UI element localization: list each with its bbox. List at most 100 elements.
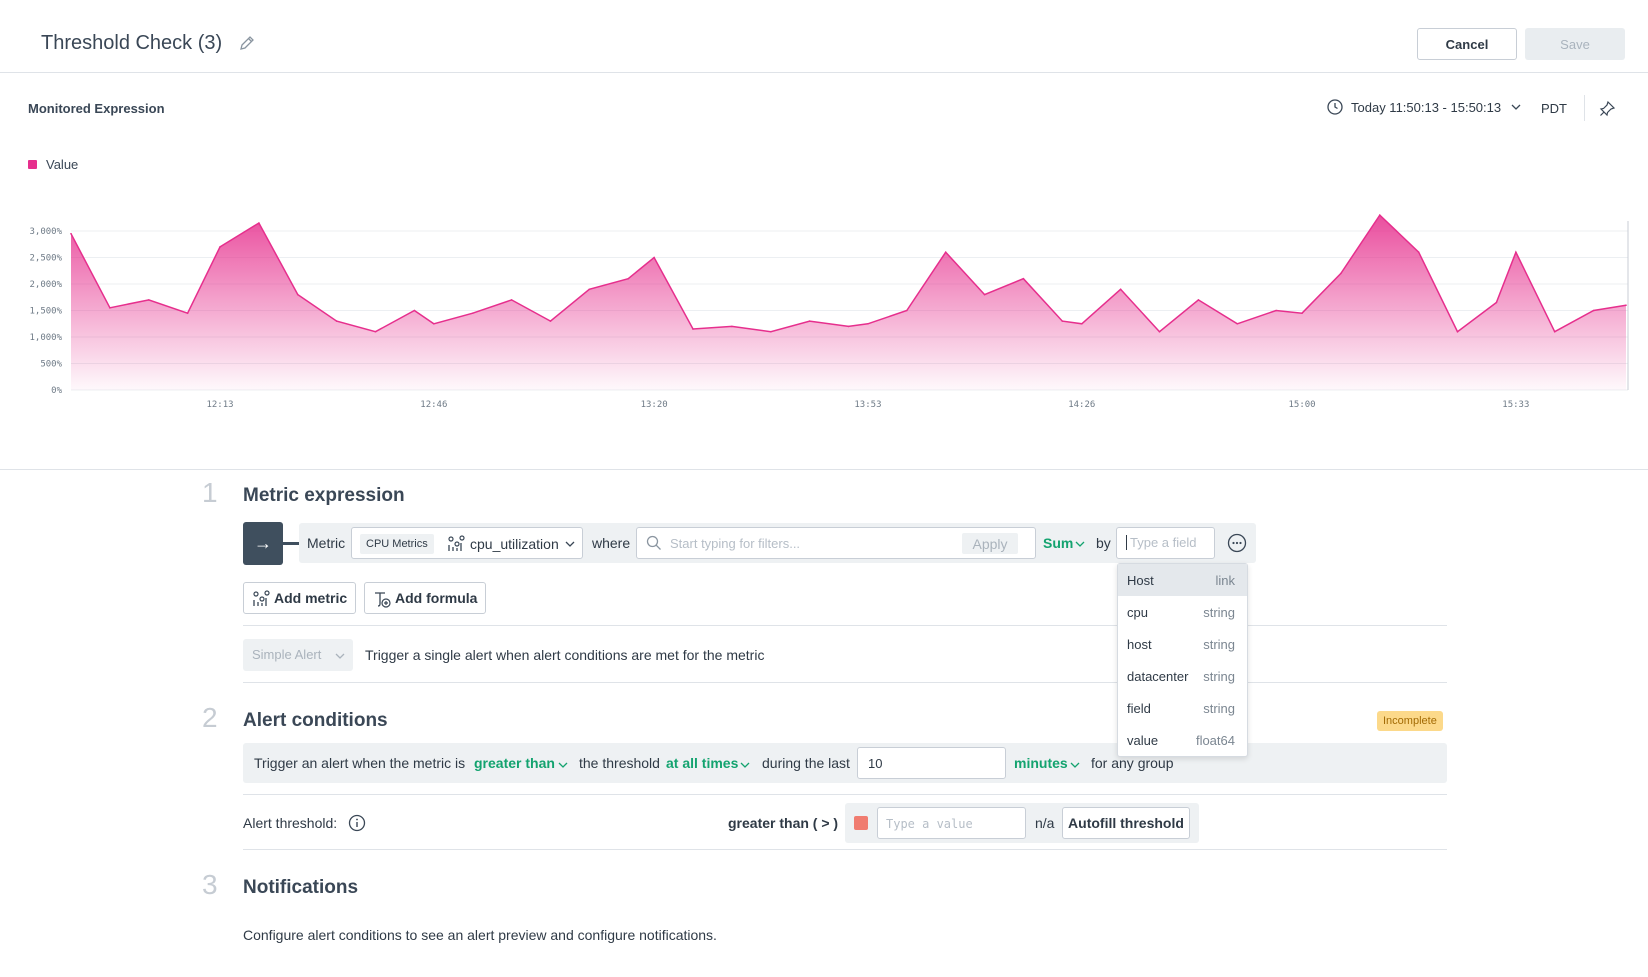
y-tick-label: 500% <box>40 360 62 370</box>
section-title: Metric expression <box>243 485 405 506</box>
add-formula-label: Add formula <box>395 590 478 606</box>
threshold-label: Alert threshold: <box>243 815 338 831</box>
alert-type-label: Simple Alert <box>252 647 322 662</box>
chevron-down-icon <box>558 762 568 768</box>
metric-icon <box>253 590 270 606</box>
time-range-text: Today 11:50:13 - 15:50:13 <box>1351 99 1502 115</box>
data-point <box>1061 320 1064 322</box>
time-range-picker[interactable]: Today 11:50:13 - 15:50:13 <box>1327 99 1521 115</box>
section-divider <box>0 469 1648 470</box>
data-point <box>1592 309 1595 312</box>
top-bar: Threshold Check (3) Cancel Save <box>0 0 1648 73</box>
x-tick-label: 15:33 <box>1502 400 1529 410</box>
filter-placeholder: Start typing for filters... <box>670 536 801 551</box>
window-value-input[interactable]: 10 <box>857 747 1006 779</box>
where-label: where <box>592 535 631 551</box>
data-point <box>983 293 986 296</box>
section-title: Alert conditions <box>243 710 388 731</box>
dropdown-item-host-link[interactable]: Host link <box>1118 564 1247 596</box>
x-tick-label: 15:00 <box>1288 400 1315 410</box>
y-tick-label: 2,500% <box>29 254 62 264</box>
divider <box>1584 95 1585 121</box>
dropdown-item-cpu[interactable]: cpu string <box>1118 596 1247 628</box>
divider <box>243 625 1447 626</box>
chevron-down-icon <box>565 541 575 547</box>
add-formula-button[interactable]: Add formula <box>364 582 486 614</box>
alert-type-description: Trigger a single alert when alert condit… <box>365 647 765 663</box>
frequency-select[interactable]: at all times <box>666 755 738 771</box>
alert-condition-bar: Trigger an alert when the metric is grea… <box>243 743 1447 783</box>
x-tick-label: 14:26 <box>1068 400 1095 410</box>
data-point <box>433 322 435 325</box>
page-title: Threshold Check (3) <box>41 32 223 54</box>
data-point <box>1417 251 1420 253</box>
by-label: by <box>1096 535 1111 551</box>
group-by-field-input[interactable]: Type a field <box>1116 527 1215 559</box>
chevron-down-icon[interactable] <box>1075 539 1085 549</box>
x-tick-label: 12:13 <box>206 400 233 410</box>
save-button[interactable]: Save <box>1525 28 1625 60</box>
data-point <box>1340 272 1342 275</box>
y-tick-label: 1,000% <box>29 333 62 343</box>
metric-select[interactable]: CPU Metrics cpu_utilization <box>351 527 583 559</box>
formula-icon <box>375 592 391 608</box>
data-point <box>1275 309 1277 312</box>
data-point <box>1378 214 1381 216</box>
info-icon[interactable] <box>348 814 366 832</box>
field-dropdown: Host link cpu string host string datacen… <box>1117 563 1248 757</box>
chevron-down-icon <box>1511 104 1521 110</box>
chevron-down-icon <box>1070 762 1080 768</box>
data-point <box>1158 330 1161 333</box>
data-point <box>413 309 416 312</box>
comparison-select[interactable]: greater than <box>474 755 555 771</box>
filter-input[interactable]: Start typing for filters... Apply <box>636 527 1036 559</box>
data-point <box>258 222 260 224</box>
data-point <box>808 320 811 322</box>
threshold-bar: Type a value n/a Autofill threshold <box>845 803 1199 843</box>
pin-icon[interactable] <box>1599 100 1616 117</box>
clock-icon <box>1327 99 1343 115</box>
data-point <box>1495 301 1498 304</box>
condition-during: during the last <box>762 755 850 771</box>
notifications-description: Configure alert conditions to see an ale… <box>243 927 717 943</box>
add-metric-button[interactable]: Add metric <box>243 582 356 614</box>
data-point <box>1197 299 1200 301</box>
dropdown-item-value[interactable]: value float64 <box>1118 724 1247 756</box>
data-point <box>510 299 513 301</box>
y-tick-label: 0% <box>51 386 62 396</box>
step-number: 2 <box>202 702 218 733</box>
threshold-value-input[interactable]: Type a value <box>877 807 1026 839</box>
y-tick-label: 3,000% <box>29 227 62 237</box>
metric-name: cpu_utilization <box>470 536 559 552</box>
condition-mid: the threshold <box>579 755 660 771</box>
autofill-threshold-button[interactable]: Autofill threshold <box>1062 807 1190 839</box>
data-point <box>374 330 377 333</box>
dropdown-item-field[interactable]: field string <box>1118 692 1247 724</box>
data-point <box>1080 322 1083 325</box>
metric-icon <box>448 535 465 551</box>
legend-swatch <box>28 160 37 169</box>
threshold-color-swatch[interactable] <box>854 816 868 830</box>
chevron-down-icon <box>740 762 750 768</box>
dropdown-item-host[interactable]: host string <box>1118 628 1247 660</box>
data-point <box>588 288 591 291</box>
timezone-selector[interactable]: PDT <box>1541 101 1567 116</box>
more-options-icon[interactable] <box>1227 533 1247 553</box>
alert-type-select[interactable]: Simple Alert <box>243 639 353 671</box>
data-point <box>186 312 189 314</box>
data-point <box>653 256 655 259</box>
metric-query-bar: Metric CPU Metrics cpu_utilization where… <box>299 523 1256 563</box>
window-unit-select[interactable]: minutes <box>1014 755 1068 771</box>
aggregation-select[interactable]: Sum <box>1043 535 1073 551</box>
area-chart: 0% 500% 1,000% 1,500% 2,000% 2,500% 3,000% 12:… <box>29 213 1629 410</box>
pencil-icon[interactable] <box>238 34 256 52</box>
dropdown-item-datacenter[interactable]: datacenter string <box>1118 660 1247 692</box>
divider <box>243 849 1447 850</box>
x-tick-label: 12:46 <box>420 400 447 410</box>
data-point <box>731 325 733 328</box>
cancel-button[interactable]: Cancel <box>1417 28 1517 60</box>
data-point <box>627 277 630 280</box>
field-placeholder: Type a field <box>1126 535 1197 550</box>
data-point <box>296 293 299 296</box>
apply-button[interactable]: Apply <box>962 533 1018 554</box>
